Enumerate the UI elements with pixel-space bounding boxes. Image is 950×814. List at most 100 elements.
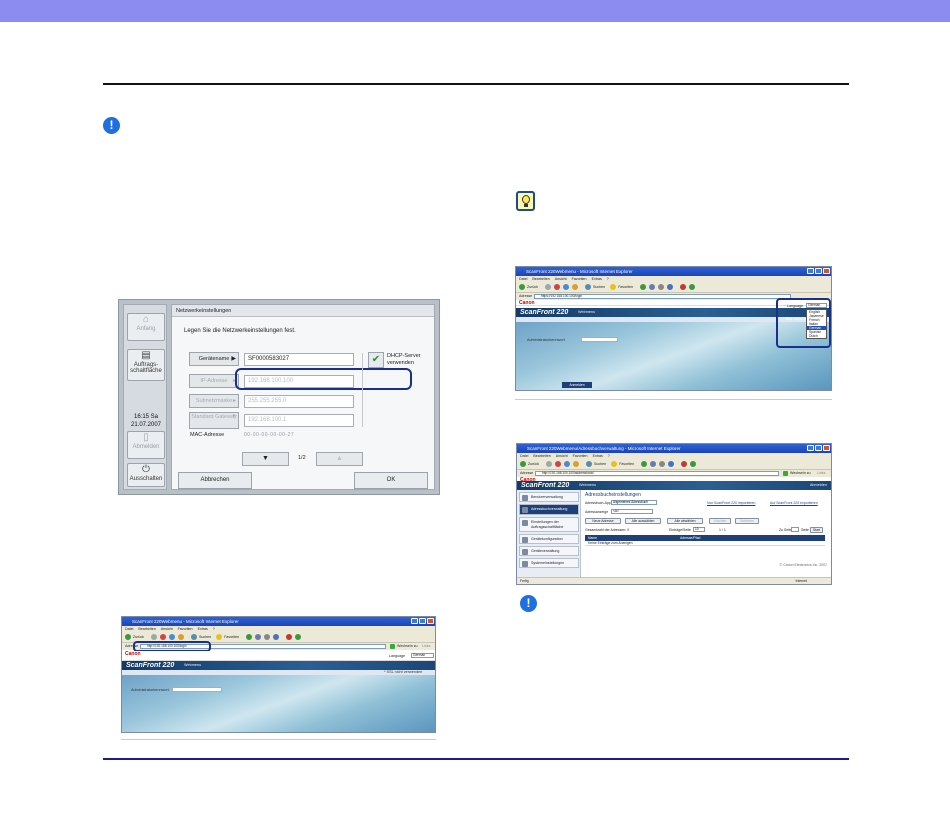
search-icon[interactable] — [584, 284, 591, 291]
refresh-icon[interactable] — [562, 284, 569, 291]
forward-icon[interactable] — [150, 634, 157, 641]
home-icon[interactable] — [572, 461, 579, 468]
stop-icon[interactable] — [554, 461, 561, 468]
edit-icon[interactable] — [668, 461, 675, 468]
edit-icon[interactable] — [667, 284, 674, 291]
maximize-icon[interactable] — [815, 268, 822, 274]
refresh-icon[interactable] — [168, 634, 175, 641]
menu-file[interactable]: Datei — [125, 627, 133, 631]
messenger-icon[interactable] — [680, 284, 687, 291]
goto-page-input[interactable] — [791, 527, 799, 532]
favorites-label[interactable]: Favoriten — [618, 285, 633, 289]
search-icon[interactable] — [190, 634, 197, 641]
maximize-icon[interactable] — [419, 618, 426, 624]
menu-file[interactable]: Datei — [520, 454, 528, 458]
menu-favorites[interactable]: Favoriten — [573, 454, 588, 458]
links-label[interactable]: Links — [817, 470, 825, 477]
print-icon[interactable] — [264, 634, 271, 641]
menu-tools[interactable]: Extras — [592, 277, 602, 281]
menu-tools[interactable]: Extras — [593, 454, 603, 458]
dhcp-checkbox[interactable]: ✔ — [368, 352, 384, 368]
sort-button[interactable]: Sortieren — [735, 518, 759, 524]
close-icon[interactable] — [427, 618, 434, 624]
sidebar-item-job-buttons[interactable]: Einstellungen der Auftragsschaltfläche — [519, 517, 579, 532]
back-label[interactable]: Zurück — [528, 462, 539, 466]
deselect-all-button[interactable]: Alle abwählen — [667, 518, 703, 524]
sidebar-item-user-management[interactable]: Benutzerverwaltung — [519, 492, 579, 502]
search-label[interactable]: Suchen — [594, 462, 606, 466]
search-label[interactable]: Suchen — [593, 285, 605, 289]
entries-per-page-select[interactable]: 10 — [693, 527, 705, 532]
sidebar-item-address-book[interactable]: Adressbuchverwaltung — [519, 504, 579, 515]
sidebar-item-system-settings[interactable]: Systemeinstellungen — [519, 558, 579, 568]
index-select[interactable]: <A> — [611, 509, 653, 514]
messenger-icon[interactable] — [681, 461, 688, 468]
ip-address-button[interactable]: IP-Adresse ▸ — [189, 374, 239, 388]
stop-icon[interactable] — [553, 284, 560, 291]
menu-view[interactable]: Ansicht — [556, 454, 568, 458]
sidebar-item-device-management[interactable]: Geräteverwaltung — [519, 546, 579, 556]
page-up-button[interactable]: ▲ — [316, 452, 363, 466]
menu-edit[interactable]: Bearbeiten — [532, 277, 549, 281]
menu-file[interactable]: Datei — [519, 277, 527, 281]
favorites-icon[interactable] — [610, 284, 617, 291]
discuss-icon[interactable] — [295, 634, 302, 641]
minimize-icon[interactable] — [807, 268, 814, 274]
favorites-icon[interactable] — [611, 461, 618, 468]
logout-link[interactable]: Abmelden — [810, 481, 827, 490]
login-button[interactable]: Anmelden — [562, 382, 592, 388]
discuss-icon[interactable] — [690, 461, 697, 468]
forward-icon[interactable] — [544, 284, 551, 291]
sidebar-item-device-config[interactable]: Gerätekonfiguration — [519, 534, 579, 544]
delete-button[interactable]: Löschen — [709, 518, 731, 524]
messenger-icon[interactable] — [286, 634, 293, 641]
minimize-icon[interactable] — [411, 618, 418, 624]
menu-edit[interactable]: Bearbeiten — [138, 627, 155, 631]
page-down-button[interactable]: ▼ — [242, 452, 289, 466]
go-icon[interactable] — [783, 471, 788, 476]
home-button[interactable]: ⌂ Anfang — [127, 313, 165, 341]
logout-button[interactable]: ▯ Abmelden — [127, 431, 165, 459]
menu-tools[interactable]: Extras — [198, 627, 208, 631]
address-app-select[interactable]: Allgemeines Adressbuch — [611, 500, 657, 505]
print-icon[interactable] — [658, 284, 665, 291]
new-address-button[interactable]: Neue Adresse — [585, 518, 621, 524]
discuss-icon[interactable] — [689, 284, 696, 291]
maximize-icon[interactable] — [815, 445, 822, 451]
history-icon[interactable] — [246, 634, 253, 641]
favorites-label[interactable]: Favoriten — [619, 462, 634, 466]
home-icon[interactable] — [571, 284, 578, 291]
menu-help[interactable]: ? — [608, 454, 610, 458]
device-name-field[interactable]: SF0000583027 — [244, 353, 354, 366]
print-icon[interactable] — [659, 461, 666, 468]
gateway-button[interactable]: Standard Gateway ▸ — [189, 412, 239, 429]
mail-icon[interactable] — [255, 634, 262, 641]
subnet-mask-field[interactable]: 255.255.255.0 — [244, 395, 354, 408]
home-icon[interactable] — [177, 634, 184, 641]
menu-view[interactable]: Ansicht — [161, 627, 173, 631]
favorites-label[interactable]: Favoriten — [224, 635, 239, 639]
close-icon[interactable] — [823, 445, 830, 451]
menu-favorites[interactable]: Favoriten — [572, 277, 587, 281]
back-icon[interactable] — [520, 461, 526, 468]
links-label[interactable]: Links — [422, 643, 430, 650]
back-icon[interactable] — [125, 634, 131, 641]
gateway-field[interactable]: 192.168.100.1 — [244, 414, 354, 427]
job-button[interactable]: ▤ Auftrags-schaltfläche — [127, 349, 165, 381]
go-label[interactable]: Wechseln zu — [790, 470, 811, 477]
subnet-mask-button[interactable]: Subnetzmaske ▸ — [189, 394, 239, 408]
mail-icon[interactable] — [649, 284, 656, 291]
url-field[interactable]: https://192.168.100.100/login — [534, 294, 791, 299]
language-select[interactable]: German — [411, 653, 434, 658]
start-button[interactable]: Start — [810, 527, 823, 533]
stop-icon[interactable] — [159, 634, 166, 641]
forward-icon[interactable] — [545, 461, 552, 468]
menu-edit[interactable]: Bearbeiten — [533, 454, 550, 458]
history-icon[interactable] — [640, 284, 647, 291]
minimize-icon[interactable] — [807, 445, 814, 451]
url-field[interactable]: http://192.168.100.100/addressbook/ — [535, 471, 779, 476]
edit-icon[interactable] — [273, 634, 280, 641]
export-link[interactable]: Auf ScanFront 220 exportieren — [770, 501, 818, 505]
refresh-icon[interactable] — [563, 461, 570, 468]
mail-icon[interactable] — [650, 461, 657, 468]
